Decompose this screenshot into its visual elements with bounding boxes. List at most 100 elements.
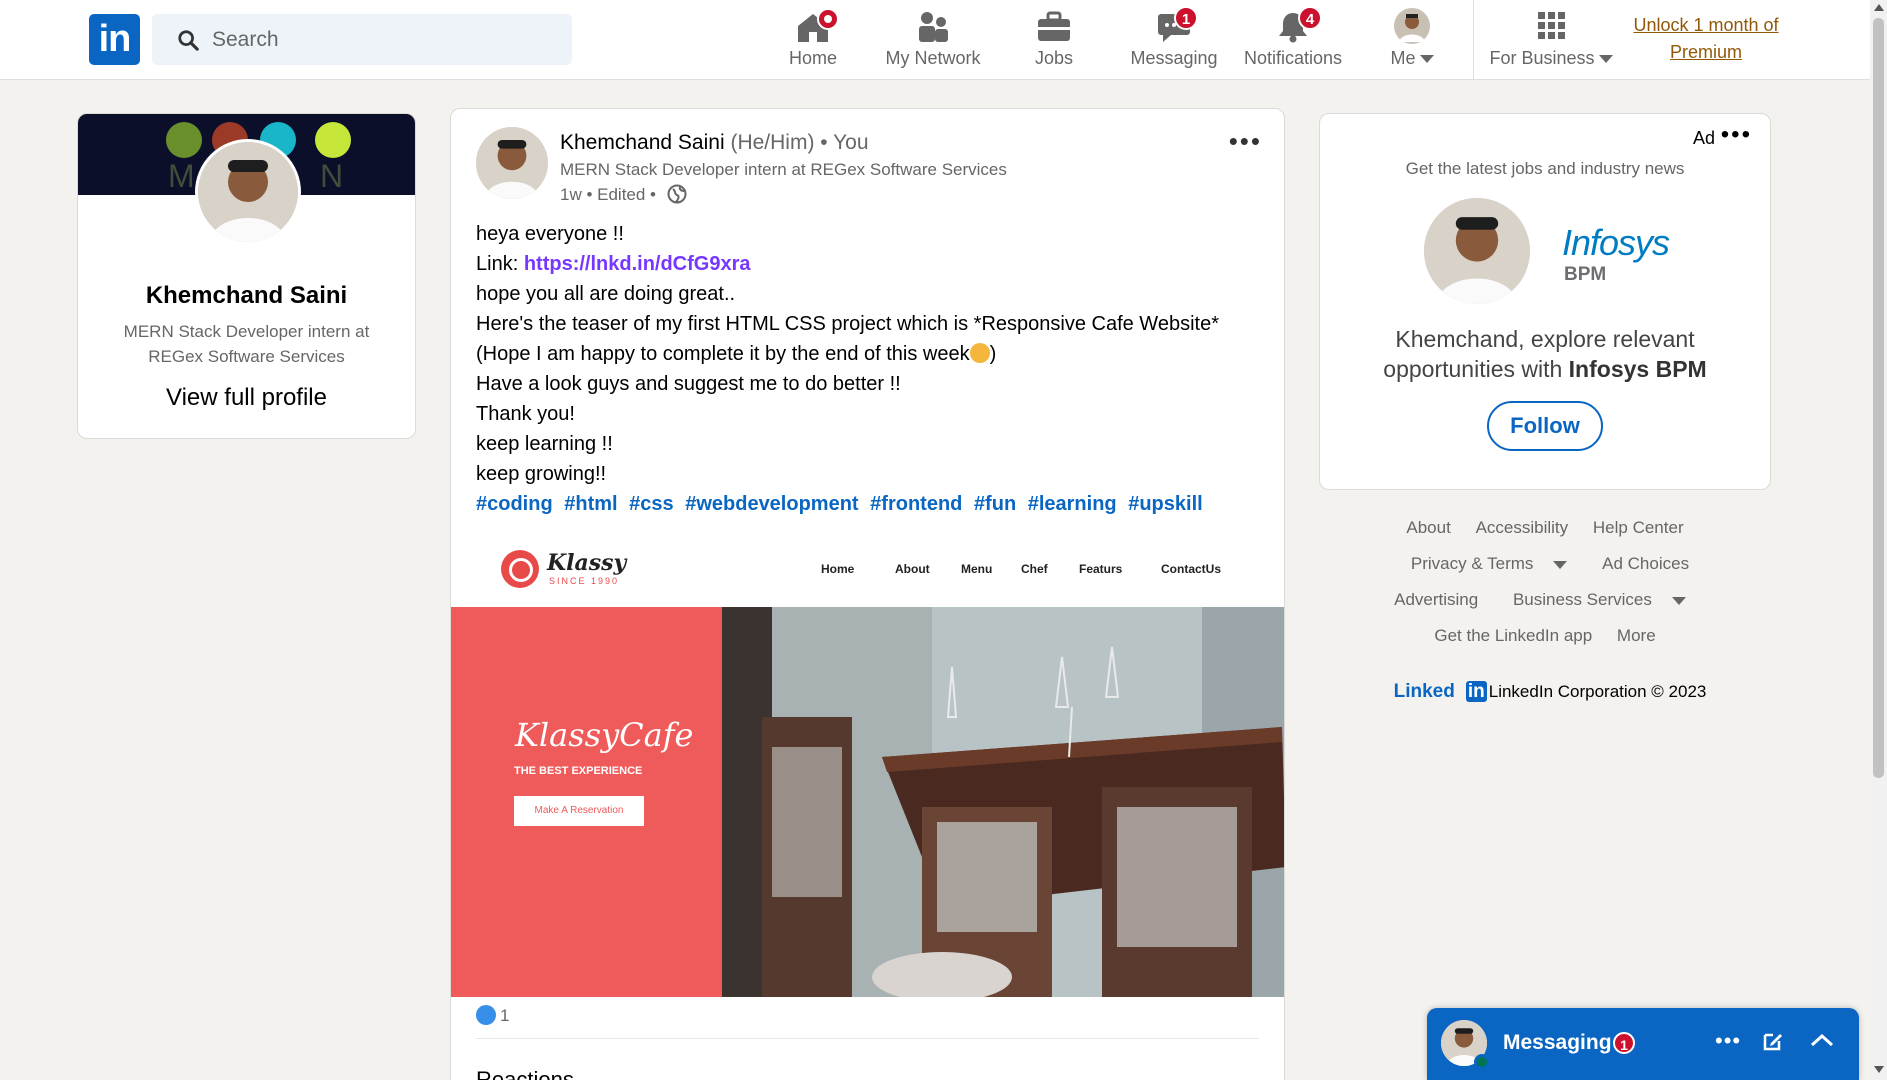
hashtag-link[interactable]: #fun: [974, 493, 1016, 515]
premium-upsell-link[interactable]: Unlock 1 month of Premium: [1620, 12, 1792, 66]
scrollbar-thumb[interactable]: [1873, 18, 1884, 778]
global-nav: in Search Home My Network Jobs 1 Messagi…: [0, 0, 1870, 80]
online-status-icon: [1474, 1054, 1490, 1070]
reaction-count: 1: [500, 1006, 510, 1025]
nav-divider: [1473, 0, 1474, 80]
site-menu-item: ContactUs: [1161, 562, 1222, 576]
me-avatar: [1394, 8, 1430, 44]
post-line: heya everyone !!: [476, 223, 624, 245]
hashtag-link[interactable]: #webdevelopment: [685, 493, 858, 515]
chevron-down-icon: [1598, 55, 1613, 64]
messaging-title: Messaging: [1503, 1031, 1612, 1054]
nav-my-network-label: My Network: [885, 48, 981, 68]
ad-company-name: Infosys BPM: [1568, 356, 1707, 382]
footer-about-link[interactable]: About: [1406, 518, 1450, 537]
notifications-badge: 4: [1298, 6, 1322, 30]
search-input[interactable]: Search: [152, 14, 572, 65]
view-full-profile-link[interactable]: View full profile: [78, 384, 415, 412]
company-name: Infosys: [1562, 222, 1670, 263]
nav-me[interactable]: Me: [1374, 0, 1450, 80]
post-line: Link: https://lnkd.in/dCfG9xra: [476, 249, 1266, 279]
post-line: Thank you!: [476, 403, 575, 425]
chevron-down-icon: [1553, 560, 1568, 569]
post-media-preview[interactable]: Klassy SINCE 1990 Home About Menu Chef F…: [451, 536, 1284, 997]
post-author-name[interactable]: Khemchand Saini: [560, 131, 725, 154]
footer-row: Advertising Business Services: [1319, 590, 1771, 610]
footer-row: About Accessibility Help Center: [1319, 518, 1771, 538]
site-navbar: Klassy SINCE 1990 Home About Menu Chef F…: [451, 536, 1284, 607]
site-since: SINCE 1990: [549, 576, 620, 586]
page-scrollbar[interactable]: [1870, 0, 1887, 1080]
post-reaction-summary[interactable]: 1: [476, 1005, 509, 1026]
linkedin-wordmark-logo: Linked in: [1393, 681, 1487, 702]
hashtag-link[interactable]: #html: [564, 493, 617, 515]
site-hero-subtitle: THE BEST EXPERIENCE: [514, 765, 643, 777]
post-meta: 1w • Edited •: [560, 184, 687, 205]
footer-ad-choices-link[interactable]: Ad Choices: [1602, 554, 1689, 573]
ad-message: Khemchand, explore relevant opportunitie…: [1340, 324, 1750, 384]
footer-advertising-link[interactable]: Advertising: [1394, 590, 1478, 609]
infosys-bpm-logo: Infosys BPM: [1562, 222, 1670, 286]
post-more-options-icon[interactable]: •••: [1229, 128, 1262, 154]
linkedin-logo[interactable]: in: [89, 14, 140, 65]
restaurant-photo: [722, 607, 1284, 997]
company-unit: BPM: [1564, 264, 1607, 285]
nav-home[interactable]: Home: [773, 0, 853, 80]
post-author-pronouns: (He/Him): [730, 131, 815, 154]
grid-icon: [1538, 12, 1565, 39]
post-link[interactable]: https://lnkd.in/dCfG9xra: [524, 253, 751, 275]
hashtag-link[interactable]: #coding: [476, 493, 553, 515]
messaging-badge: 1: [1174, 6, 1198, 30]
profile-avatar[interactable]: [195, 139, 301, 245]
globe-icon: [667, 184, 687, 204]
post-card: Khemchand Saini (He/Him) • You MERN Stac…: [450, 108, 1285, 1080]
reactions-heading: Reactions: [476, 1067, 574, 1080]
scroll-up-arrow-icon[interactable]: [1874, 4, 1884, 11]
home-activity-badge: [817, 8, 839, 30]
post-author-avatar[interactable]: [476, 127, 548, 199]
like-reaction-icon: [476, 1005, 496, 1025]
footer-business-services-link[interactable]: Business Services: [1503, 590, 1696, 609]
post-link-prefix: Link:: [476, 253, 524, 275]
hashtag-link[interactable]: #css: [629, 493, 674, 515]
post-author-you: • You: [820, 131, 869, 154]
footer-accessibility-link[interactable]: Accessibility: [1476, 518, 1569, 537]
nav-notifications[interactable]: 4 Notifications: [1240, 0, 1346, 80]
profile-name[interactable]: Khemchand Saini: [78, 282, 415, 310]
nav-messaging-label: Messaging: [1130, 48, 1218, 68]
nav-messaging[interactable]: 1 Messaging: [1124, 0, 1224, 80]
footer-row: Get the LinkedIn app More: [1319, 626, 1771, 646]
nav-jobs-label: Jobs: [1034, 48, 1074, 68]
hashtag-link[interactable]: #frontend: [870, 493, 962, 515]
footer-privacy-terms-link[interactable]: Privacy & Terms: [1401, 554, 1578, 573]
mongodb-logo-icon: [166, 122, 202, 158]
cover-letter-m: M: [168, 158, 195, 194]
site-brand: Klassy: [547, 550, 627, 576]
footer-more-link[interactable]: More: [1617, 626, 1656, 645]
post-line: hope you all are doing great..: [476, 283, 736, 305]
premium-line-1: Unlock 1 month of: [1633, 15, 1779, 35]
nav-my-network[interactable]: My Network: [875, 0, 991, 80]
post-line: Have a look guys and suggest me to do be…: [476, 373, 901, 395]
messaging-dock[interactable]: Messaging 1 •••: [1427, 1008, 1859, 1080]
nav-notifications-label: Notifications: [1243, 48, 1343, 68]
hashtag-link[interactable]: #upskill: [1128, 493, 1202, 515]
messaging-more-icon[interactable]: •••: [1715, 1028, 1741, 1054]
chevron-up-icon[interactable]: [1810, 1033, 1834, 1047]
nav-me-label: Me: [1374, 48, 1450, 69]
hashtag-link[interactable]: #learning: [1028, 493, 1117, 515]
footer-help-center-link[interactable]: Help Center: [1593, 518, 1684, 537]
nav-jobs[interactable]: Jobs: [1014, 0, 1094, 80]
search-icon: [178, 30, 199, 51]
compose-icon[interactable]: [1762, 1030, 1784, 1052]
footer-get-app-link[interactable]: Get the LinkedIn app: [1434, 626, 1592, 645]
post-text-segment: ): [989, 343, 997, 365]
site-reservation-button: Make A Reservation: [514, 796, 644, 826]
follow-button[interactable]: Follow: [1487, 401, 1603, 451]
site-menu-item: Featurs: [1079, 562, 1123, 576]
ad-member-avatar: [1424, 198, 1530, 304]
scroll-down-arrow-icon[interactable]: [1874, 1066, 1884, 1073]
post-line: keep learning !!: [476, 433, 613, 455]
ad-more-options-icon[interactable]: •••: [1721, 123, 1752, 147]
nav-for-business[interactable]: For Business: [1486, 0, 1616, 80]
